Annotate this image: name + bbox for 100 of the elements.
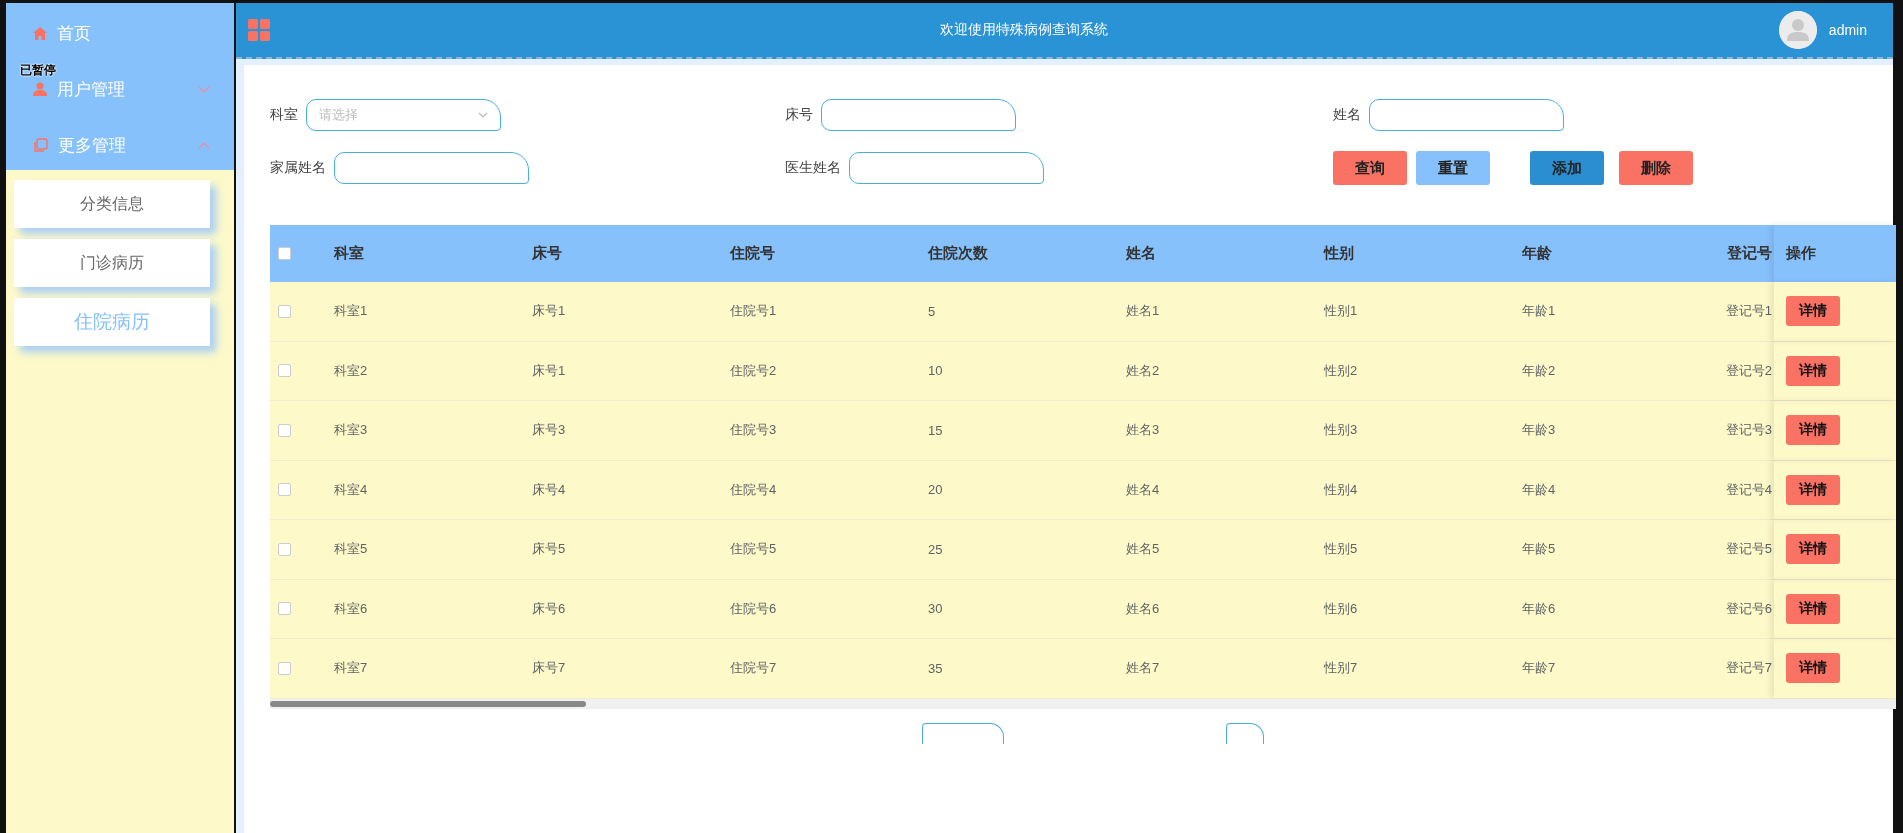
table-cell: 年龄4	[1522, 481, 1556, 497]
table-cell: 年龄7	[1522, 660, 1556, 676]
table-cell: 床号1	[532, 303, 566, 319]
action-button[interactable]: 查询	[1333, 151, 1407, 185]
table-cell: 床号6	[532, 600, 566, 616]
table-cell: 性别1	[1324, 303, 1358, 319]
table-cell: 登记号4	[1725, 481, 1772, 497]
table-cell: 30	[928, 601, 943, 617]
table-cell: 姓名5	[1126, 541, 1160, 557]
action-button[interactable]: 添加	[1530, 151, 1604, 185]
table-cell: 20	[928, 482, 943, 498]
detail-button[interactable]: 详情	[1786, 296, 1840, 327]
table-cell: 35	[928, 660, 943, 676]
table-cell: 年龄2	[1522, 362, 1556, 378]
checkbox[interactable]	[278, 602, 291, 616]
table-cell: 姓名6	[1126, 600, 1160, 616]
column-header: 操作	[1786, 244, 1816, 263]
table-cell: 15	[928, 422, 943, 438]
filter-label: 姓名	[1333, 106, 1361, 124]
detail-button[interactable]: 详情	[1786, 474, 1840, 505]
table-cell: 登记号7	[1725, 660, 1772, 676]
table-cell: 年龄5	[1522, 541, 1556, 557]
column-header: 住院号	[730, 244, 775, 261]
table-cell: 科室2	[334, 362, 368, 378]
avatar-icon[interactable]	[1778, 11, 1817, 49]
table-cell: 姓名3	[1126, 422, 1160, 438]
table-cell: 姓名2	[1126, 362, 1160, 378]
input-field[interactable]	[849, 152, 1044, 184]
user-icon	[33, 82, 47, 96]
checkbox[interactable]	[278, 364, 291, 378]
header-title: 欢迎使用特殊病例查询系统	[939, 21, 1110, 39]
table-cell: 住院号2	[730, 362, 777, 378]
column-header: 姓名	[1126, 244, 1156, 261]
table-cell: 登记号6	[1725, 600, 1772, 616]
horizontal-scrollbar[interactable]	[270, 698, 1896, 709]
table-cell: 科室4	[334, 481, 368, 497]
table-cell: 科室1	[334, 303, 368, 319]
table-cell: 床号1	[532, 362, 566, 378]
table-cell: 25	[928, 541, 943, 557]
filter-label: 科室	[270, 106, 298, 124]
table-cell: 登记号2	[1725, 362, 1772, 378]
filter-label: 床号	[785, 106, 813, 124]
table-cell: 床号3	[532, 422, 566, 438]
detail-button[interactable]: 详情	[1786, 534, 1840, 565]
table-cell: 住院号6	[730, 600, 777, 616]
table-cell: 床号4	[532, 481, 566, 497]
overlay-label: 已暂停	[20, 63, 56, 77]
table-cell: 10	[928, 363, 943, 379]
copy-icon	[33, 137, 48, 153]
checkbox[interactable]	[278, 247, 291, 260]
column-header: 年龄	[1522, 244, 1552, 261]
home-icon	[33, 26, 47, 40]
filter-label: 医生姓名	[785, 159, 841, 177]
table-cell: 性别7	[1324, 660, 1358, 676]
checkbox[interactable]	[278, 483, 291, 497]
table-cell: 年龄1	[1522, 303, 1556, 319]
detail-button[interactable]: 详情	[1786, 593, 1840, 624]
detail-button[interactable]: 详情	[1786, 415, 1840, 446]
table-cell: 科室7	[334, 660, 368, 676]
detail-button[interactable]: 详情	[1786, 653, 1840, 684]
table-cell: 住院号4	[730, 481, 777, 497]
action-button[interactable]: 重置	[1416, 151, 1490, 185]
table-cell: 5	[928, 303, 936, 319]
table-cell: 科室5	[334, 541, 368, 557]
table-cell: 性别6	[1324, 600, 1358, 616]
input-field[interactable]	[334, 152, 529, 184]
column-header: 住院次数	[928, 244, 988, 261]
page-jump-field[interactable]	[1226, 722, 1264, 744]
checkbox[interactable]	[278, 423, 291, 437]
table-cell: 科室6	[334, 600, 368, 616]
user-name[interactable]: admin	[1828, 22, 1867, 38]
checkbox[interactable]	[278, 304, 291, 318]
column-header: 床号	[532, 244, 562, 261]
checkbox[interactable]	[278, 542, 291, 556]
table-cell: 登记号5	[1725, 541, 1772, 557]
table-cell: 住院号7	[730, 660, 777, 676]
table-cell: 性别3	[1324, 422, 1358, 438]
chevron-down-icon	[478, 112, 488, 118]
table-cell: 登记号3	[1725, 422, 1772, 438]
detail-button[interactable]: 详情	[1786, 355, 1840, 386]
table-cell: 年龄3	[1522, 422, 1556, 438]
table-cell: 姓名4	[1126, 481, 1160, 497]
table-cell: 住院号1	[730, 303, 777, 319]
table-cell: 科室3	[334, 422, 368, 438]
page-size-field[interactable]	[922, 722, 1004, 744]
table-cell: 姓名7	[1126, 660, 1160, 676]
table-cell: 性别4	[1324, 481, 1358, 497]
checkbox[interactable]	[278, 661, 291, 675]
table-cell: 性别2	[1324, 362, 1358, 378]
column-header: 性别	[1324, 244, 1354, 261]
filter-label: 家属姓名	[270, 159, 326, 177]
input-field[interactable]	[821, 99, 1016, 131]
column-header: 科室	[334, 244, 364, 261]
submenu-item[interactable]: 门诊病历	[14, 239, 210, 287]
action-button[interactable]: 删除	[1619, 151, 1693, 185]
input-field[interactable]	[1369, 99, 1564, 131]
table-cell: 性别5	[1324, 541, 1358, 557]
submenu-item[interactable]: 分类信息	[14, 180, 210, 228]
grid-icon[interactable]	[248, 19, 270, 41]
table-cell: 年龄6	[1522, 600, 1556, 616]
